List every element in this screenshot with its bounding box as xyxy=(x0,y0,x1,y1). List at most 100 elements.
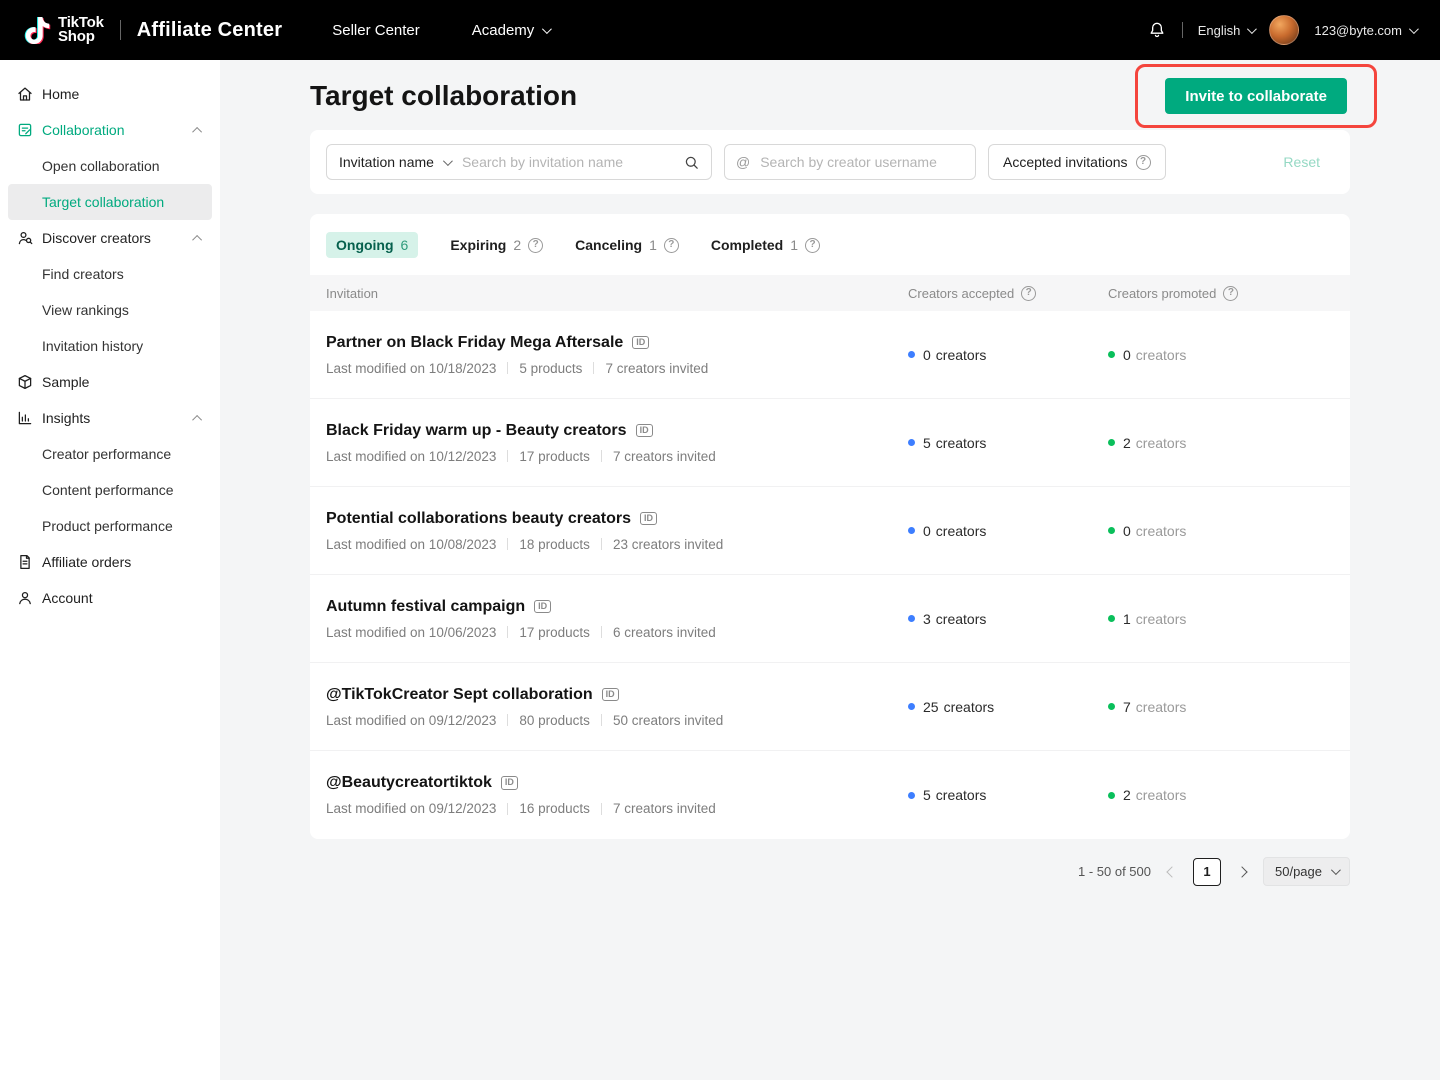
brand-wordmark: TikTok Shop xyxy=(58,16,104,45)
account-menu[interactable]: 123@byte.com xyxy=(1314,23,1416,38)
invitation-cell: Black Friday warm up - Beauty creators I… xyxy=(326,422,908,464)
invite-to-collaborate-button[interactable]: Invite to collaborate xyxy=(1165,78,1347,114)
invitations-card: Ongoing 6 Expiring 2 ? Canceling 1 ? Com… xyxy=(310,214,1350,839)
notifications-bell-icon[interactable] xyxy=(1147,20,1167,40)
separator xyxy=(507,803,508,815)
search-icon[interactable] xyxy=(672,154,711,171)
help-icon[interactable]: ? xyxy=(664,238,679,253)
tab-count: 6 xyxy=(401,237,409,253)
invitation-name[interactable]: @TikTokCreator Sept collaboration xyxy=(326,686,593,704)
separator xyxy=(601,450,602,462)
sidebar-item-label: Account xyxy=(42,590,202,606)
invitation-name[interactable]: Potential collaborations beauty creators xyxy=(326,510,631,528)
blue-dot-icon xyxy=(908,703,915,710)
invitation-name[interactable]: @Beautycreatortiktok xyxy=(326,774,492,792)
creators-promoted-cell: 2creators xyxy=(1108,787,1334,803)
sidebar-item-account[interactable]: Account xyxy=(0,580,220,616)
creators-accepted-cell: 0creators xyxy=(908,523,1108,539)
tab-canceling[interactable]: Canceling 1 ? xyxy=(575,237,679,253)
avatar[interactable] xyxy=(1269,15,1299,45)
sidebar-item-label: Discover creators xyxy=(42,230,187,246)
invitation-status-select[interactable]: Accepted invitations ? xyxy=(988,144,1166,180)
tab-ongoing[interactable]: Ongoing 6 xyxy=(326,232,418,258)
creators-promoted-cell: 0creators xyxy=(1108,347,1334,363)
topbar: TikTok Shop Affiliate Center Seller Cent… xyxy=(0,0,1440,60)
help-icon[interactable]: ? xyxy=(528,238,543,253)
sidebar-item-label: Content performance xyxy=(42,482,174,498)
pagination: 1 - 50 of 500 1 50/page xyxy=(310,857,1350,886)
help-icon: ? xyxy=(1136,155,1151,170)
nav-seller-center[interactable]: Seller Center xyxy=(332,22,420,39)
language-select[interactable]: English xyxy=(1198,23,1255,38)
sidebar-item-label: Collaboration xyxy=(42,122,187,138)
table-row[interactable]: Partner on Black Friday Mega Aftersale I… xyxy=(310,311,1350,399)
sidebar-item-collaboration[interactable]: Collaboration xyxy=(0,112,220,148)
sidebar-item-target-collaboration[interactable]: Target collaboration xyxy=(8,184,212,220)
tiktok-shop-logo[interactable]: TikTok Shop xyxy=(24,16,104,45)
sidebar-item-affiliate-orders[interactable]: Affiliate orders xyxy=(0,544,220,580)
page-title: Target collaboration xyxy=(310,80,577,112)
invitation-search-input[interactable] xyxy=(460,153,672,171)
green-dot-icon xyxy=(1108,527,1115,534)
sidebar-item-label: Insights xyxy=(42,410,187,426)
chevron-left-icon xyxy=(1166,866,1177,877)
invitation-name[interactable]: Partner on Black Friday Mega Aftersale xyxy=(326,334,623,352)
sidebar-item-view-rankings[interactable]: View rankings xyxy=(8,292,212,328)
sidebar-item-label: Invitation history xyxy=(42,338,143,354)
divider xyxy=(120,20,121,40)
help-icon[interactable]: ? xyxy=(1021,286,1036,301)
tab-expiring[interactable]: Expiring 2 ? xyxy=(450,237,543,253)
separator xyxy=(507,714,508,726)
sidebar-item-label: Creator performance xyxy=(42,446,171,462)
id-badge-icon: ID xyxy=(534,600,551,614)
search-field-select[interactable]: Invitation name xyxy=(327,145,460,179)
creators-accepted-cell: 5creators xyxy=(908,435,1108,451)
separator xyxy=(507,450,508,462)
reset-button[interactable]: Reset xyxy=(1283,154,1334,170)
chevron-down-icon xyxy=(1331,865,1341,875)
table-row[interactable]: Autumn festival campaign ID Last modifie… xyxy=(310,575,1350,663)
sidebar-item-product-performance[interactable]: Product performance xyxy=(8,508,212,544)
sidebar-item-discover-creators[interactable]: Discover creators xyxy=(0,220,220,256)
help-icon[interactable]: ? xyxy=(805,238,820,253)
tab-label: Expiring xyxy=(450,237,506,253)
collaboration-icon xyxy=(16,121,34,139)
table-row[interactable]: Potential collaborations beauty creators… xyxy=(310,487,1350,575)
sidebar-item-content-performance[interactable]: Content performance xyxy=(8,472,212,508)
invitation-name[interactable]: Autumn festival campaign xyxy=(326,598,525,616)
tab-completed[interactable]: Completed 1 ? xyxy=(711,237,820,253)
nav-academy[interactable]: Academy xyxy=(472,22,550,39)
current-page-button[interactable]: 1 xyxy=(1193,858,1221,886)
sidebar-item-label: Affiliate orders xyxy=(42,554,202,570)
home-icon xyxy=(16,85,34,103)
invitation-cell: Autumn festival campaign ID Last modifie… xyxy=(326,598,908,640)
sidebar-item-home[interactable]: Home xyxy=(0,76,220,112)
sidebar-item-invitation-history[interactable]: Invitation history xyxy=(8,328,212,364)
sidebar-item-open-collaboration[interactable]: Open collaboration xyxy=(8,148,212,184)
previous-page-button[interactable] xyxy=(1164,864,1180,880)
creators-accepted-cell: 0creators xyxy=(908,347,1108,363)
page-size-label: 50/page xyxy=(1275,864,1322,879)
green-dot-icon xyxy=(1108,703,1115,710)
separator xyxy=(601,803,602,815)
help-icon[interactable]: ? xyxy=(1223,286,1238,301)
chevron-down-icon xyxy=(1409,24,1419,34)
sidebar: Home Collaboration Open collaboration Ta… xyxy=(0,60,220,1080)
invitation-meta: Last modified on 10/08/2023 18 products … xyxy=(326,537,908,552)
sidebar-item-insights[interactable]: Insights xyxy=(0,400,220,436)
invitation-name[interactable]: Black Friday warm up - Beauty creators xyxy=(326,422,627,440)
creator-username-input[interactable] xyxy=(758,153,964,171)
separator xyxy=(507,538,508,550)
table-row[interactable]: @Beautycreatortiktok ID Last modified on… xyxy=(310,751,1350,839)
next-page-button[interactable] xyxy=(1234,864,1250,880)
table-row[interactable]: @TikTokCreator Sept collaboration ID Las… xyxy=(310,663,1350,751)
sidebar-item-sample[interactable]: Sample xyxy=(0,364,220,400)
sidebar-item-find-creators[interactable]: Find creators xyxy=(8,256,212,292)
column-creators-promoted: Creators promoted ? xyxy=(1108,286,1334,301)
table-row[interactable]: Black Friday warm up - Beauty creators I… xyxy=(310,399,1350,487)
sidebar-item-label: View rankings xyxy=(42,302,129,318)
tab-count: 1 xyxy=(649,237,657,253)
page-size-select[interactable]: 50/page xyxy=(1263,857,1350,886)
topbar-nav: Seller Center Academy xyxy=(332,22,549,39)
sidebar-item-creator-performance[interactable]: Creator performance xyxy=(8,436,212,472)
